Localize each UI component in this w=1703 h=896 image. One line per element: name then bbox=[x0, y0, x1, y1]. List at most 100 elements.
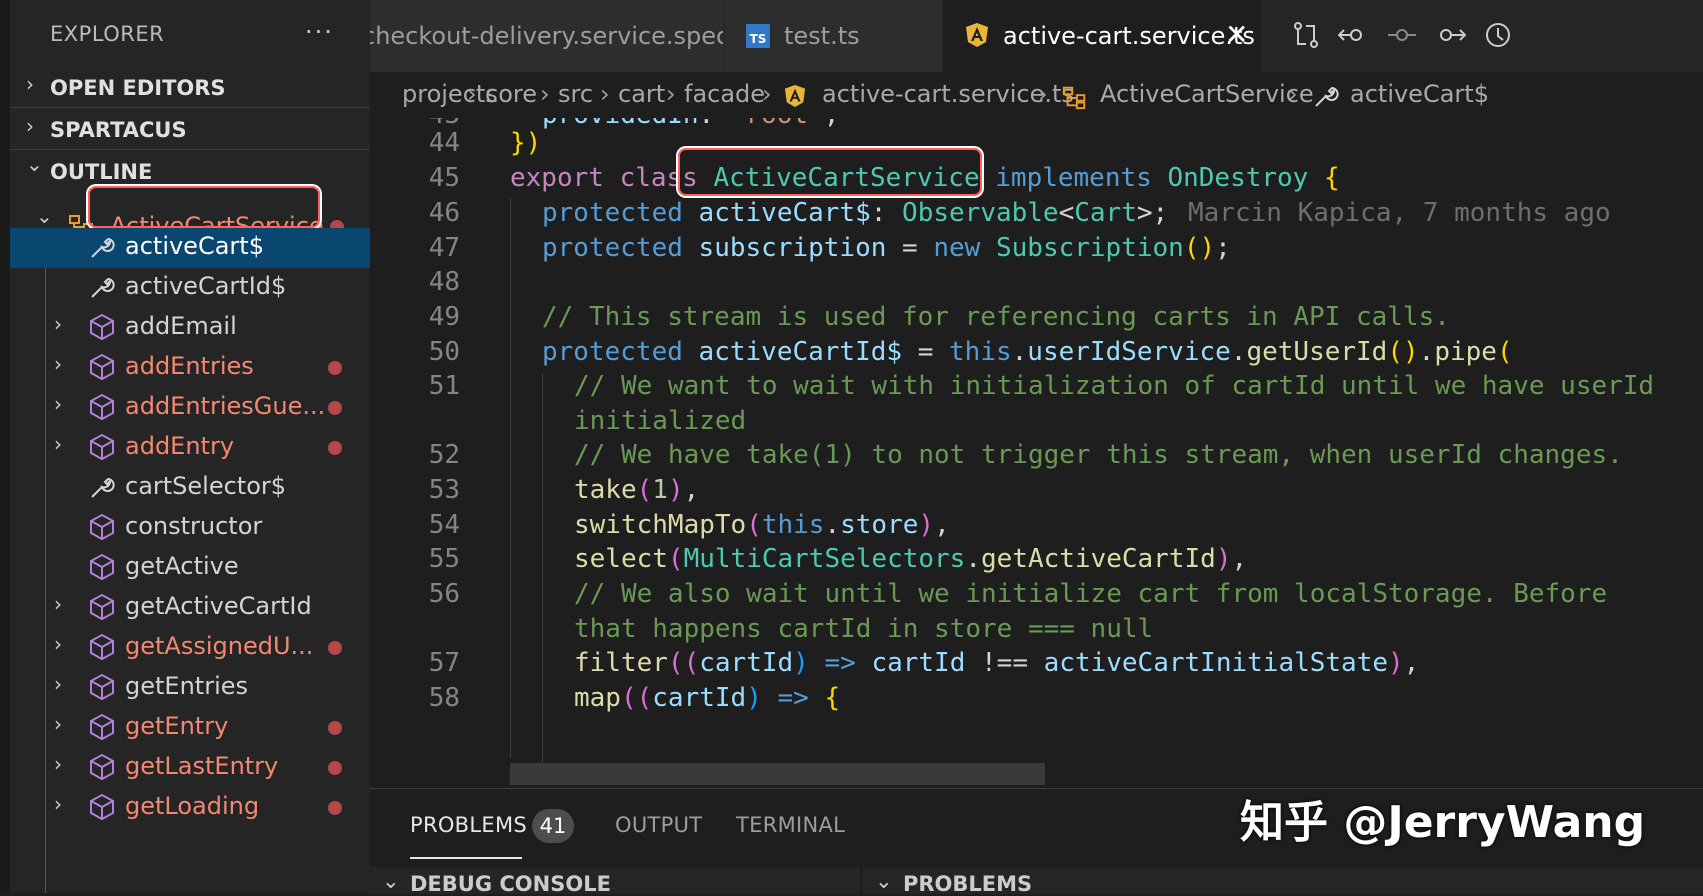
breadcrumb-separator: › bbox=[1288, 80, 1298, 108]
outline-item[interactable]: activeCartId$ bbox=[10, 268, 370, 308]
chevron-right-icon[interactable]: › bbox=[54, 712, 62, 736]
code-line-49: // This stream is used for referencing c… bbox=[542, 302, 1450, 332]
outline-item-label: addEntriesGue... bbox=[125, 392, 326, 420]
section-open-editors[interactable]: › OPEN EDITORS bbox=[10, 66, 370, 108]
outline-item[interactable]: › addEntry bbox=[10, 428, 370, 468]
section-spartacus[interactable]: › SPARTACUS bbox=[10, 108, 370, 150]
line-number: 50 bbox=[428, 337, 460, 367]
line-number: 44 bbox=[428, 128, 460, 158]
more-actions-icon[interactable]: ··· bbox=[305, 18, 334, 46]
outline-item[interactable]: › getLoading bbox=[10, 788, 370, 828]
breadcrumb-separator: › bbox=[762, 80, 772, 108]
code-line-54: switchMapTo(this.store), bbox=[574, 510, 950, 540]
chevron-right-icon[interactable]: › bbox=[54, 432, 62, 456]
tab-active-cart-service[interactable]: active-cart.service.ts ✕ bbox=[943, 0, 1261, 72]
chevron-right-icon[interactable]: › bbox=[54, 672, 62, 696]
outline-item[interactable]: › getEntries bbox=[10, 668, 370, 708]
chevron-right-icon[interactable]: › bbox=[54, 792, 62, 816]
error-dot-icon bbox=[328, 441, 342, 455]
problems-sub-header[interactable]: ⌄ PROBLEMS bbox=[863, 867, 1703, 896]
line-number: 48 bbox=[428, 267, 460, 297]
outline-item[interactable]: › getAssignedU... bbox=[10, 628, 370, 668]
chevron-right-icon: › bbox=[26, 72, 34, 96]
outline-item[interactable]: cartSelector$ bbox=[10, 468, 370, 508]
chevron-right-icon[interactable]: › bbox=[54, 632, 62, 656]
outline-item[interactable]: getActive bbox=[10, 548, 370, 588]
breadcrumb-item[interactable]: projects bbox=[402, 80, 498, 108]
line-number: 47 bbox=[428, 233, 460, 263]
property-icon bbox=[88, 473, 116, 501]
breadcrumb-item[interactable]: src bbox=[558, 80, 593, 108]
tab-output[interactable]: OUTPUT bbox=[615, 813, 702, 837]
code-line-46: protected activeCart$: Observable<Cart>; bbox=[542, 198, 1169, 228]
outline-item[interactable]: › getActiveCartId bbox=[10, 588, 370, 628]
chevron-down-icon: ⌄ bbox=[26, 152, 43, 176]
horizontal-scrollbar[interactable] bbox=[510, 763, 1045, 785]
breadcrumb-item[interactable]: activeCart$ bbox=[1350, 80, 1489, 108]
method-icon bbox=[88, 713, 116, 741]
next-change-icon[interactable] bbox=[1434, 20, 1467, 52]
tab-problems[interactable]: PROBLEMS bbox=[410, 813, 527, 837]
debug-console-header[interactable]: ⌄ DEBUG CONSOLE bbox=[370, 867, 860, 896]
code-line-56: // We also wait until we initialize cart… bbox=[574, 579, 1608, 609]
editor-tabs: checkout-delivery.service.spec.ts TS tes… bbox=[370, 0, 1703, 72]
method-icon bbox=[88, 793, 116, 821]
outline-item-label: getLoading bbox=[125, 792, 260, 820]
code-line-56-wrap: that happens cartId in store === null bbox=[574, 614, 1154, 644]
outline-item[interactable]: constructor bbox=[10, 508, 370, 548]
line-number: 46 bbox=[428, 198, 460, 228]
chevron-right-icon[interactable]: › bbox=[54, 312, 62, 336]
breadcrumb-item[interactable]: core bbox=[485, 80, 537, 108]
breadcrumb: projects › core › src › cart › facade › … bbox=[370, 72, 1703, 118]
section-label: OPEN EDITORS bbox=[50, 76, 226, 100]
breadcrumb-item[interactable]: facade bbox=[684, 80, 765, 108]
git-blame-annotation[interactable]: Marcin Kapica, 7 months ago bbox=[1188, 198, 1611, 228]
error-dot-icon bbox=[328, 721, 342, 735]
active-tab-indicator bbox=[410, 857, 522, 859]
outline-item-label: constructor bbox=[125, 512, 263, 540]
tab-checkout-delivery-spec[interactable]: checkout-delivery.service.spec.ts bbox=[370, 0, 723, 72]
section-label: OUTLINE bbox=[50, 160, 153, 184]
tab-label: active-cart.service.ts bbox=[1003, 22, 1255, 50]
outline-item[interactable]: › addEmail bbox=[10, 308, 370, 348]
line-number: 51 bbox=[428, 371, 460, 401]
outline-item-label: addEntry bbox=[125, 432, 235, 460]
source-control-compare-icon[interactable] bbox=[1290, 20, 1322, 52]
method-icon bbox=[88, 513, 116, 541]
wrench-icon bbox=[1312, 82, 1340, 116]
chevron-right-icon[interactable]: › bbox=[54, 392, 62, 416]
chevron-right-icon[interactable]: › bbox=[54, 592, 62, 616]
code-line-53: take(1), bbox=[574, 475, 700, 505]
breadcrumb-item[interactable]: active-cart.service.ts bbox=[822, 80, 1074, 108]
method-icon bbox=[88, 393, 116, 421]
current-change-icon[interactable] bbox=[1386, 20, 1418, 52]
close-icon[interactable]: ✕ bbox=[1225, 18, 1248, 51]
angular-icon bbox=[965, 22, 989, 48]
previous-change-icon[interactable] bbox=[1337, 20, 1370, 52]
chevron-right-icon: › bbox=[26, 114, 34, 138]
outline-item-label: activeCart$ bbox=[125, 232, 264, 260]
breadcrumb-separator: › bbox=[540, 80, 550, 108]
line-number: 49 bbox=[428, 302, 460, 332]
angular-icon bbox=[784, 84, 806, 114]
tab-label: test.ts bbox=[784, 22, 860, 50]
code-line-50: protected activeCartId$ = this.userIdSer… bbox=[542, 337, 1513, 367]
tab-terminal[interactable]: TERMINAL bbox=[736, 813, 845, 837]
code-line-57: filter((cartId) => cartId !== activeCart… bbox=[574, 648, 1420, 678]
code-editor[interactable]: 43444546474849505152535455565758 provide… bbox=[370, 118, 1703, 788]
code-line-51-wrap: initialized bbox=[574, 406, 747, 436]
outline-item[interactable]: › getLastEntry bbox=[10, 748, 370, 788]
chevron-right-icon[interactable]: › bbox=[54, 352, 62, 376]
chevron-right-icon[interactable]: › bbox=[54, 752, 62, 776]
line-number: 55 bbox=[428, 544, 460, 574]
tab-test-ts[interactable]: TS test.ts bbox=[724, 0, 942, 72]
breadcrumb-item[interactable]: cart bbox=[618, 80, 665, 108]
outline-item[interactable]: activeCart$ bbox=[10, 228, 370, 268]
outline-item[interactable]: › addEntries bbox=[10, 348, 370, 388]
breadcrumb-separator: › bbox=[600, 80, 610, 108]
outline-item[interactable]: › addEntriesGue... bbox=[10, 388, 370, 428]
code-line-52: // We have take(1) to not trigger this s… bbox=[574, 440, 1623, 470]
timeline-icon[interactable] bbox=[1482, 20, 1514, 52]
breadcrumb-item[interactable]: ActiveCartService bbox=[1100, 80, 1314, 108]
outline-item[interactable]: › getEntry bbox=[10, 708, 370, 748]
